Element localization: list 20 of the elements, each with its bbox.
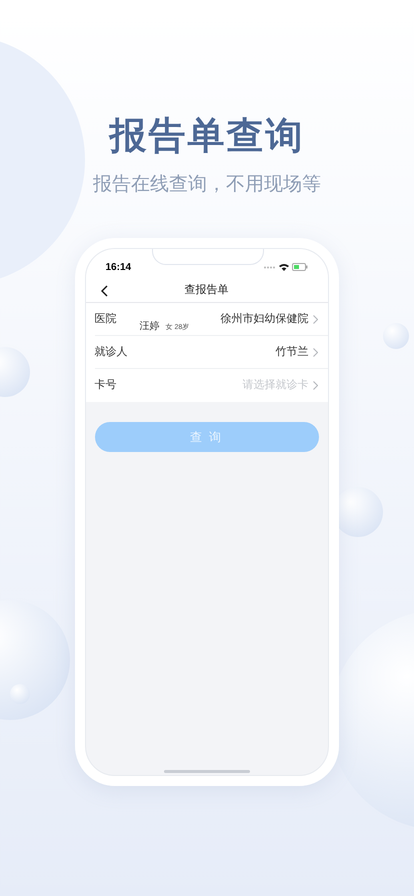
row-label: 就诊人 <box>94 344 128 360</box>
form-row[interactable]: 卡号 请选择就诊卡 <box>94 369 328 402</box>
form-row[interactable]: 就诊人 竹节兰 <box>94 336 328 369</box>
back-icon[interactable] <box>100 284 108 296</box>
patient-name: 汪婷 <box>140 320 160 334</box>
battery-icon <box>292 263 308 271</box>
row-label: 医院 <box>94 312 116 327</box>
signal-icon <box>264 266 276 268</box>
row-value: 竹节兰 <box>276 344 308 360</box>
wifi-icon <box>278 263 288 271</box>
headline: 报告单查询 <box>110 114 304 158</box>
subheadline: 报告在线查询，不用现场等 <box>93 173 321 197</box>
nav-title: 查报告单 <box>184 282 228 298</box>
row-placeholder: 请选择就诊卡 <box>242 378 308 394</box>
row-value: 徐州市妇幼保健院 <box>220 312 308 327</box>
chevron-icon <box>312 314 318 324</box>
chevron-icon <box>312 348 318 356</box>
row-label: 卡号 <box>94 378 116 394</box>
chevron-icon <box>312 381 318 390</box>
status-time: 16:14 <box>106 260 132 274</box>
